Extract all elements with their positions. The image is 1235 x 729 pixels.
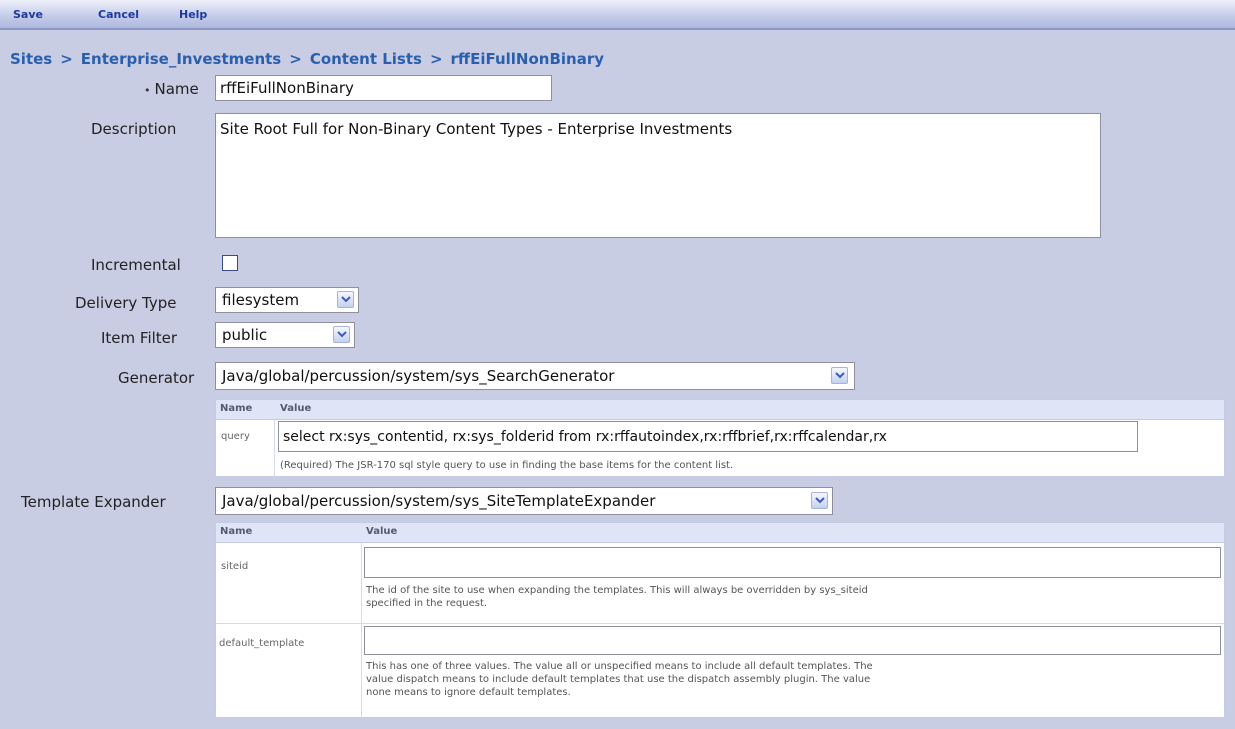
item-filter-value: public — [222, 326, 268, 344]
name-field[interactable] — [215, 75, 552, 101]
siteid-field[interactable] — [364, 547, 1221, 578]
chevron-down-icon[interactable] — [831, 367, 848, 384]
description-field[interactable]: Site Root Full for Non-Binary Content Ty… — [215, 113, 1101, 238]
default-template-field[interactable] — [364, 626, 1221, 655]
default-template-help-line: value dispatch means to include default … — [366, 674, 871, 685]
breadcrumb-separator: > — [289, 50, 302, 68]
item-filter-label: Item Filter — [101, 329, 178, 347]
generator-value: Java/global/percussion/system/sys_Search… — [222, 367, 615, 385]
param-name-default-template: default_template — [219, 638, 305, 649]
column-header-name: Name — [220, 403, 253, 414]
siteid-help-line: The id of the site to use when expanding… — [366, 585, 868, 596]
table-header: Name Value — [216, 400, 1224, 420]
chevron-down-icon[interactable] — [333, 326, 350, 343]
chevron-down-icon[interactable] — [337, 291, 354, 308]
chevron-down-icon[interactable] — [811, 492, 828, 509]
column-header-value: Value — [366, 526, 398, 537]
siteid-help-text: The id of the site to use when expanding… — [366, 584, 1216, 610]
name-label: • Name — [144, 80, 199, 98]
breadcrumb-current: rffEiFullNonBinary — [450, 50, 605, 68]
param-name-siteid: siteid — [221, 561, 249, 572]
breadcrumb-content-lists[interactable]: Content Lists — [310, 50, 422, 68]
query-help-text: (Required) The JSR-170 sql style query t… — [280, 460, 734, 471]
column-divider — [361, 543, 362, 718]
column-header-name: Name — [220, 526, 253, 537]
name-label-text: Name — [154, 80, 199, 98]
default-template-help-text: This has one of three values. The value … — [366, 660, 1221, 699]
generator-label: Generator — [118, 369, 195, 387]
breadcrumb-enterprise-investments[interactable]: Enterprise_Investments — [81, 50, 281, 68]
generator-select[interactable]: Java/global/percussion/system/sys_Search… — [215, 362, 855, 390]
table-header: Name Value — [216, 523, 1224, 543]
breadcrumb-sites[interactable]: Sites — [10, 50, 52, 68]
save-button[interactable]: Save — [13, 8, 43, 21]
description-label: Description — [91, 120, 177, 138]
breadcrumb: Sites > Enterprise_Investments > Content Lis… — [10, 50, 604, 68]
item-filter-select[interactable]: public — [215, 322, 355, 348]
template-expander-label: Template Expander — [21, 493, 166, 511]
column-divider — [274, 420, 275, 477]
delivery-type-value: filesystem — [222, 291, 300, 309]
delivery-type-label: Delivery Type — [75, 294, 177, 312]
breadcrumb-separator: > — [60, 50, 73, 68]
delivery-type-select[interactable]: filesystem — [215, 287, 359, 313]
template-expander-value: Java/global/percussion/system/sys_SiteTe… — [222, 492, 656, 510]
query-field[interactable] — [278, 421, 1138, 452]
column-header-value: Value — [280, 403, 312, 414]
param-name-query: query — [221, 431, 250, 442]
required-marker: • — [144, 84, 151, 97]
incremental-label: Incremental — [91, 256, 181, 274]
toolbar: Save Cancel Help — [0, 0, 1235, 30]
cancel-button[interactable]: Cancel — [98, 8, 139, 21]
row-divider — [216, 623, 1224, 624]
template-expander-select[interactable]: Java/global/percussion/system/sys_SiteTe… — [215, 487, 833, 515]
expander-params-table: Name Value siteid The id of the site to … — [215, 522, 1225, 718]
breadcrumb-separator: > — [429, 50, 443, 68]
default-template-help-line: This has one of three values. The value … — [366, 661, 873, 672]
help-button[interactable]: Help — [179, 8, 207, 21]
default-template-help-line: none means to ignore default templates. — [366, 687, 571, 698]
generator-params-table: Name Value query (Required) The JSR-170 … — [215, 399, 1225, 477]
siteid-help-line: specified in the request. — [366, 598, 488, 609]
incremental-checkbox[interactable] — [222, 255, 238, 271]
